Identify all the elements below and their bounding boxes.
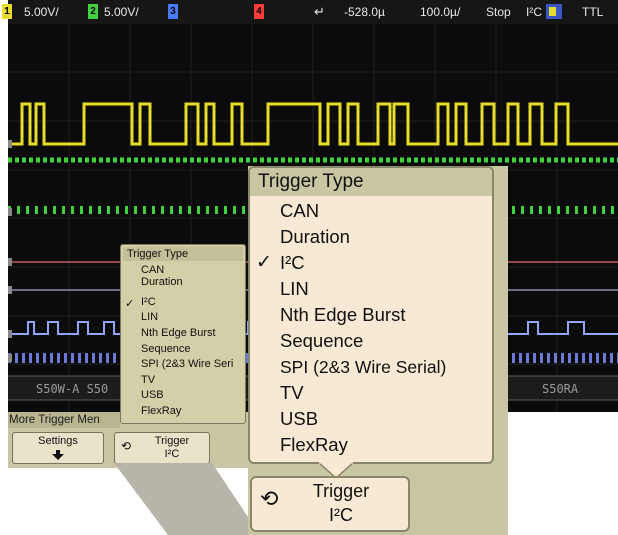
small-menu-item-sequence[interactable]: Sequence [141, 344, 191, 355]
trigger-label: Trigger [312, 481, 370, 501]
small-menu-item-can[interactable]: CAN [141, 265, 164, 276]
small-menu-title: Trigger Type [123, 247, 243, 261]
bus-decode-label-right: S50RA [542, 382, 579, 396]
channel-3-indicator[interactable]: 3 [168, 4, 178, 19]
trigger-position-icon: ↵ [314, 4, 325, 19]
menu-title: Trigger Type [250, 168, 492, 196]
trigger-type-menu-small: Trigger Type ✓ CAN Duration I²C LIN Nth … [120, 244, 246, 424]
check-icon: ✓ [256, 252, 272, 273]
more-trigger-menu-label: More Trigger Men [8, 412, 120, 428]
menu-item-spi[interactable]: SPI (2&3 Wire Serial) [280, 354, 446, 380]
menu-item-i2c[interactable]: I²C [280, 250, 305, 276]
trigger-mode: I²C [526, 5, 542, 19]
trigger-softkey-magnified[interactable]: ⟲ Trigger I²C [250, 476, 410, 532]
trigger-softkey-label: Trigger [154, 435, 190, 447]
oscilloscope-screen: 1 5.00V/ 2 5.00V/ 3 4 ↵ -528.0µ 100.0µ/ … [2, 0, 618, 535]
small-menu-item-i2c[interactable]: I²C [141, 297, 156, 308]
channel-2-scale: 5.00V/ [104, 5, 139, 19]
small-menu-item-lin[interactable]: LIN [141, 312, 158, 323]
small-menu-item-flexray[interactable]: FlexRay [141, 406, 181, 417]
bus-decode-label-left: S50W-A S50 [36, 382, 109, 396]
trigger-delay: -528.0µ [344, 5, 385, 19]
channel-4-indicator[interactable]: 4 [254, 4, 264, 19]
status-bar: 1 5.00V/ 2 5.00V/ 3 4 ↵ -528.0µ 100.0µ/ … [2, 0, 618, 24]
menu-item-can[interactable]: CAN [280, 198, 319, 224]
menu-item-flexray[interactable]: FlexRay [280, 432, 348, 458]
check-icon: ✓ [125, 298, 135, 310]
small-menu-item-tv[interactable]: TV [141, 375, 155, 386]
trigger-source-icon [546, 4, 562, 19]
trigger-value: I²C [329, 505, 353, 525]
small-menu-item-duration[interactable]: Duration [141, 277, 183, 288]
menu-item-duration[interactable]: Duration [280, 224, 350, 250]
rotary-knob-icon: ⟲ [260, 486, 279, 511]
menu-item-usb[interactable]: USB [280, 406, 318, 432]
channel-1-scale: 5.00V/ [24, 5, 59, 19]
menu-item-nth-edge-burst[interactable]: Nth Edge Burst [280, 302, 405, 328]
trigger-level: TTL [582, 5, 604, 19]
zoom-connector [114, 463, 260, 535]
small-menu-item-spi[interactable]: SPI (2&3 Wire Seri [141, 359, 233, 370]
run-state: Stop [486, 5, 511, 19]
rotary-knob-icon: ⟲ [121, 439, 132, 453]
channel-2-indicator[interactable]: 2 [88, 4, 98, 19]
settings-softkey[interactable]: Settings [12, 432, 104, 464]
menu-item-tv[interactable]: TV [280, 380, 304, 406]
menu-item-lin[interactable]: LIN [280, 276, 309, 302]
down-arrow-icon [52, 450, 64, 460]
small-menu-item-nth-edge-burst[interactable]: Nth Edge Burst [141, 328, 216, 339]
channel-1-indicator[interactable]: 1 [2, 4, 12, 19]
small-menu-item-usb[interactable]: USB [141, 390, 164, 401]
menu-item-sequence[interactable]: Sequence [280, 328, 363, 354]
settings-label: Settings [38, 435, 78, 447]
time-base: 100.0µ/ [420, 5, 461, 19]
trigger-type-menu: Trigger Type ✓ CAN Duration I²C LIN Nth … [248, 166, 494, 464]
